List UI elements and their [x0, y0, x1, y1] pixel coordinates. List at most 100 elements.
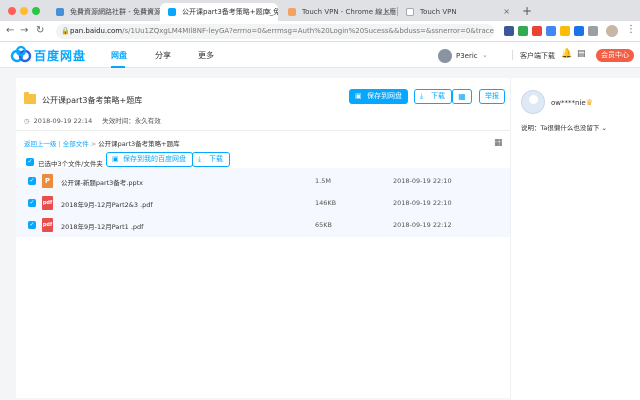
file-row[interactable]: ✓ pdf 2018年9月-12月Part1 .pdf 65KB 2018-09… — [16, 212, 510, 238]
crown-icon: ♛ — [585, 98, 593, 107]
download-icon: ⤓ — [420, 92, 424, 100]
tab-title: Touch VPN - Chrome 線上應用 — [302, 8, 396, 16]
sharer-description-text: 说明：Ta很懒什么也没留下 — [521, 124, 600, 132]
site-favicon-icon — [56, 8, 64, 16]
logo-text[interactable]: 百度网盘 — [34, 47, 86, 64]
share-expire: 失效时间：永久有效 — [102, 117, 161, 125]
file-date: 2018-09-19 22:10 — [393, 177, 452, 185]
extension-icon[interactable] — [518, 26, 528, 36]
file-size: 146KB — [315, 199, 337, 207]
client-download-link[interactable]: 客户端下载 — [520, 51, 555, 61]
extension-icon[interactable] — [574, 26, 584, 36]
save-to-netdisk-button[interactable]: ▣ 保存到网盘 — [349, 89, 408, 104]
selection-download-button[interactable]: ⤓ 下载 — [192, 152, 230, 167]
save-to-my-netdisk-label: 保存到我的百度网盘 — [123, 155, 186, 163]
sharer-sidebar: ow****nie♛ 说明：Ta很懒什么也没留下 ⌄ — [510, 78, 640, 400]
url-host: pan.baidu.com — [70, 27, 123, 35]
extension-icon[interactable] — [588, 26, 598, 36]
save-icon: ▣ — [112, 155, 119, 163]
baidu-favicon-icon — [168, 8, 176, 16]
file-checkbox[interactable]: ✓ — [28, 221, 36, 229]
baidu-cloud-logo-icon[interactable] — [10, 46, 32, 64]
profile-avatar[interactable] — [606, 25, 618, 37]
extension-icon[interactable] — [546, 26, 556, 36]
breadcrumb-current: 公开课part3备考策略+题库 — [98, 140, 180, 148]
file-date: 2018-09-19 22:10 — [393, 199, 452, 207]
selection-download-label: 下载 — [209, 155, 223, 163]
file-checkbox[interactable]: ✓ — [28, 199, 36, 207]
page-favicon-icon — [406, 8, 414, 16]
close-window-button[interactable] — [8, 7, 16, 15]
address-bar[interactable]: 🔒 pan.baidu.com/s/1Uu1ZQxgLM4MIl8NF-leyG… — [56, 24, 494, 39]
tab-title: 公开课part3备考策略+题库_免费 — [182, 8, 278, 16]
new-tab-icon[interactable]: + — [522, 3, 532, 19]
chrome-menu-icon[interactable]: ⋮ — [626, 24, 636, 35]
site-header: 百度网盘 网盘 分享 更多 P3eric ⌄ 客户端下载 🔔 ▤ 会员中心 — [0, 42, 640, 68]
sharer-name[interactable]: ow****nie♛ — [551, 98, 593, 107]
file-name[interactable]: 2018年9月-12月Part1 .pdf — [61, 221, 143, 231]
tab-close-icon[interactable]: × — [265, 3, 272, 21]
breadcrumb: 返回上一级 | 全部文件 > 公开课part3备考策略+题库 — [24, 140, 180, 148]
extension-icon[interactable] — [560, 26, 570, 36]
browser-tab[interactable]: Touch VPN × — [398, 3, 516, 21]
download-button[interactable]: ⤓ 下载 — [414, 89, 452, 104]
breadcrumb-back-link[interactable]: 返回上一级 — [24, 140, 57, 148]
nav-share[interactable]: 分享 — [155, 50, 171, 61]
sharer-avatar[interactable] — [521, 90, 545, 114]
zoom-window-button[interactable] — [32, 7, 40, 15]
extension-icon[interactable] — [504, 26, 514, 36]
vip-center-button[interactable]: 会员中心 — [596, 49, 634, 62]
divider — [16, 130, 510, 131]
url-path: /s/1Uu1ZQxgLM4MIl8NF-leyGA?errno=0&errms… — [122, 27, 494, 35]
tab-title: Touch VPN — [420, 8, 457, 16]
download-button-label: 下载 — [431, 92, 445, 100]
share-meta: ◷ 2018-09-19 22:14 失效时间：永久有效 — [24, 115, 161, 125]
save-icon: ▣ — [355, 92, 362, 100]
reload-icon[interactable]: ↻ — [36, 24, 44, 38]
file-date: 2018-09-19 22:12 — [393, 221, 452, 229]
chevron-down-icon: ⌄ — [482, 51, 488, 59]
file-name[interactable]: 2018年9月-12月Part2&3 .pdf — [61, 199, 153, 209]
tab-close-icon[interactable]: × — [503, 3, 510, 21]
share-title: 公开课part3备考策略+题库 — [42, 96, 143, 105]
pdf-file-icon: pdf — [42, 218, 53, 232]
qr-code-icon: ▦ — [458, 92, 466, 101]
sharer-description: 说明：Ta很懒什么也没留下 ⌄ — [521, 122, 607, 132]
grid-view-icon[interactable]: ▦ — [494, 138, 503, 148]
save-to-my-netdisk-button[interactable]: ▣ 保存到我的百度网盘 — [106, 152, 193, 167]
tab-close-icon[interactable]: × — [147, 3, 154, 21]
download-icon: ⤓ — [198, 155, 202, 163]
tab-close-icon[interactable]: × — [383, 3, 390, 21]
browser-tab[interactable]: 免費資源網路社群 - 免費資源指 × — [48, 3, 160, 21]
select-all-checkbox[interactable]: ✓ — [26, 158, 34, 166]
extension-icon[interactable] — [532, 26, 542, 36]
selection-count: 已选中3个文件/文件夹 — [38, 160, 103, 168]
browser-tab-active[interactable]: 公开课part3备考策略+题库_免费 × — [160, 3, 278, 21]
sharer-name-text: ow****nie — [551, 99, 586, 107]
nav-more[interactable]: 更多 — [198, 50, 214, 61]
pptx-file-icon: P — [42, 174, 53, 188]
folder-icon — [24, 92, 36, 104]
browser-tab[interactable]: Touch VPN - Chrome 線上應用 × — [280, 3, 396, 21]
browser-tab-strip: 免費資源網路社群 - 免費資源指 × 公开课part3备考策略+题库_免费 × … — [0, 0, 640, 21]
report-button[interactable]: 举报 — [479, 89, 505, 104]
back-arrow-icon[interactable]: ← — [6, 24, 14, 38]
browser-toolbar: ← → ↻ 🔒 pan.baidu.com/s/1Uu1ZQxgLM4MIl8N… — [0, 21, 640, 42]
save-button-label: 保存到网盘 — [367, 92, 402, 100]
chevron-down-icon[interactable]: ⌄ — [601, 124, 606, 132]
header-divider — [512, 50, 513, 60]
bell-icon[interactable]: 🔔 — [561, 49, 572, 59]
breadcrumb-all-files-link[interactable]: 全部文件 — [63, 140, 89, 148]
clock-icon: ◷ — [24, 117, 30, 125]
vpn-favicon-icon — [288, 8, 296, 16]
minimize-window-button[interactable] — [20, 7, 28, 15]
forward-arrow-icon[interactable]: → — [20, 24, 28, 38]
file-name[interactable]: 公开课-新题part3备考.pptx — [61, 177, 143, 187]
nav-netdisk[interactable]: 网盘 — [111, 50, 127, 61]
clipboard-icon[interactable]: ▤ — [577, 49, 586, 59]
pdf-file-icon: pdf — [42, 196, 53, 210]
share-panel: 公开课part3备考策略+题库 ◷ 2018-09-19 22:14 失效时间：永久… — [16, 78, 510, 398]
file-checkbox[interactable]: ✓ — [28, 177, 36, 185]
qr-code-button[interactable]: ▦ — [452, 89, 472, 104]
report-button-label: 举报 — [485, 92, 499, 100]
